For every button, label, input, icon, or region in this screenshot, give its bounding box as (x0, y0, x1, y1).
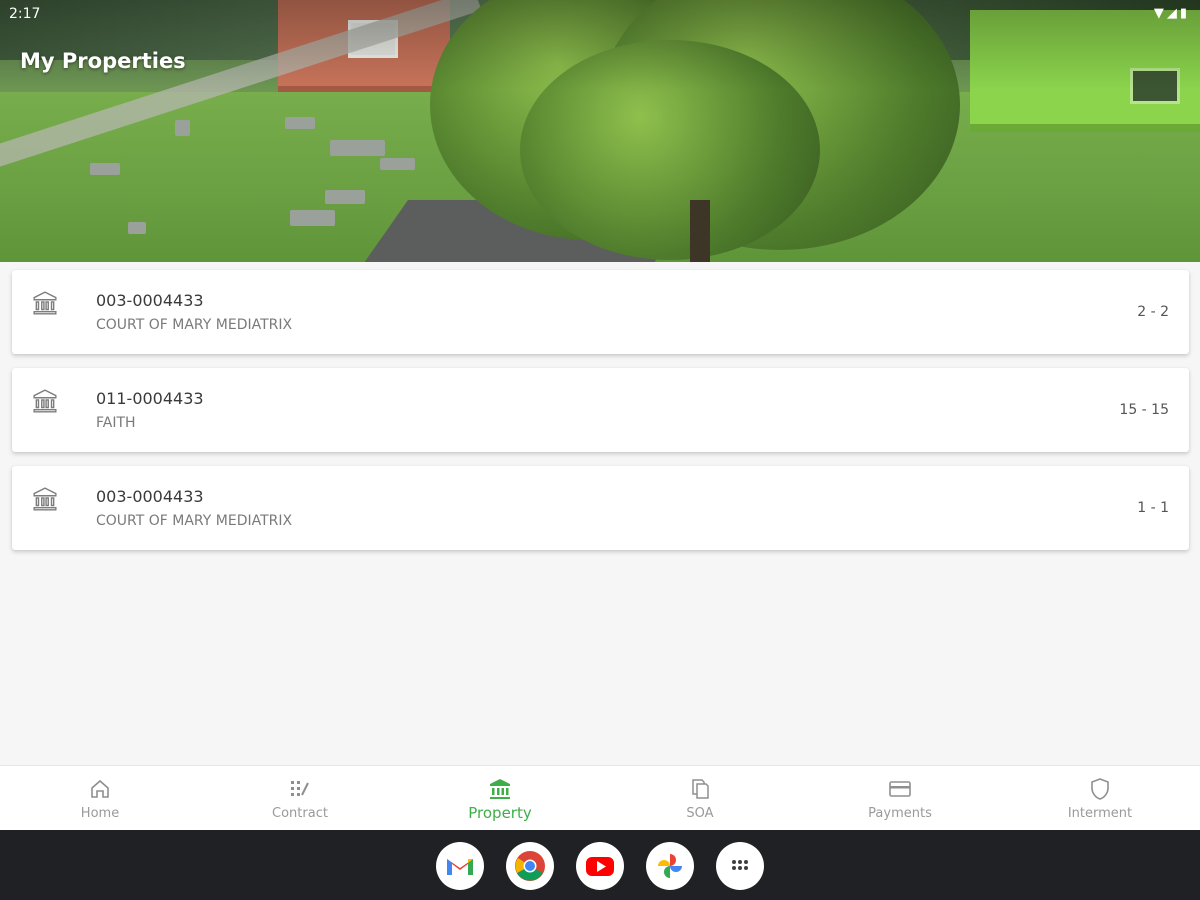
youtube-icon (586, 857, 614, 876)
home-icon (91, 779, 109, 798)
card-icon (889, 781, 911, 797)
chrome-icon (515, 851, 545, 881)
wifi-icon: ▼ (1153, 6, 1167, 21)
property-card[interactable]: 011-0004433 FAITH 15 - 15 (12, 368, 1189, 452)
property-name: COURT OF MARY MEDIATRIX (96, 317, 293, 333)
nav-item-payments[interactable]: Payments (800, 766, 1000, 831)
status-bar-time: 2:17 (9, 6, 41, 22)
photos-app[interactable] (646, 842, 694, 890)
gmail-icon (447, 859, 473, 875)
property-name: FAITH (96, 415, 136, 431)
nav-label: SOA (686, 806, 714, 821)
page-title: My Properties (20, 49, 186, 73)
chrome-app[interactable] (506, 842, 554, 890)
property-range: 1 - 1 (1137, 500, 1169, 516)
bank-icon (33, 487, 57, 511)
bank-icon (33, 291, 57, 315)
nav-label: Contract (272, 806, 328, 821)
property-code: 003-0004433 (96, 291, 204, 310)
app-drawer-icon (732, 860, 748, 870)
system-dock (0, 830, 1200, 900)
app-drawer[interactable] (716, 842, 764, 890)
header-banner-image (0, 0, 1200, 262)
property-code: 003-0004433 (96, 487, 204, 506)
photos-icon (658, 854, 682, 878)
copy-file-icon (692, 779, 709, 799)
youtube-app[interactable] (576, 842, 624, 890)
bottom-navigation: Home Contract Property SOA Payments Inte… (0, 765, 1200, 830)
battery-icon: ▮ (1179, 6, 1190, 21)
signal-icon: ◢ (1166, 6, 1180, 21)
property-name: COURT OF MARY MEDIATRIX (96, 513, 293, 529)
nav-label: Payments (868, 806, 932, 821)
nav-label: Interment (1067, 806, 1133, 821)
property-code: 011-0004433 (96, 389, 204, 408)
status-bar-icons: ▼◢▮ (1154, 6, 1190, 21)
nav-item-property[interactable]: Property (400, 766, 600, 831)
gmail-app[interactable] (436, 842, 484, 890)
bank-icon (490, 779, 510, 799)
nav-label: Home (80, 806, 120, 821)
nav-label: Property (468, 804, 532, 822)
nav-item-home[interactable]: Home (0, 766, 200, 831)
property-list: 003-0004433 COURT OF MARY MEDIATRIX 2 - … (12, 270, 1189, 564)
contract-icon (291, 781, 309, 796)
property-range: 15 - 15 (1119, 402, 1169, 418)
nav-item-soa[interactable]: SOA (600, 766, 800, 831)
bank-icon (33, 389, 57, 413)
nav-item-contract[interactable]: Contract (200, 766, 400, 831)
nav-item-interment[interactable]: Interment (1000, 766, 1200, 831)
property-card[interactable]: 003-0004433 COURT OF MARY MEDIATRIX 1 - … (12, 466, 1189, 550)
property-card[interactable]: 003-0004433 COURT OF MARY MEDIATRIX 2 - … (12, 270, 1189, 354)
shield-icon (1091, 778, 1109, 800)
property-range: 2 - 2 (1137, 304, 1169, 320)
